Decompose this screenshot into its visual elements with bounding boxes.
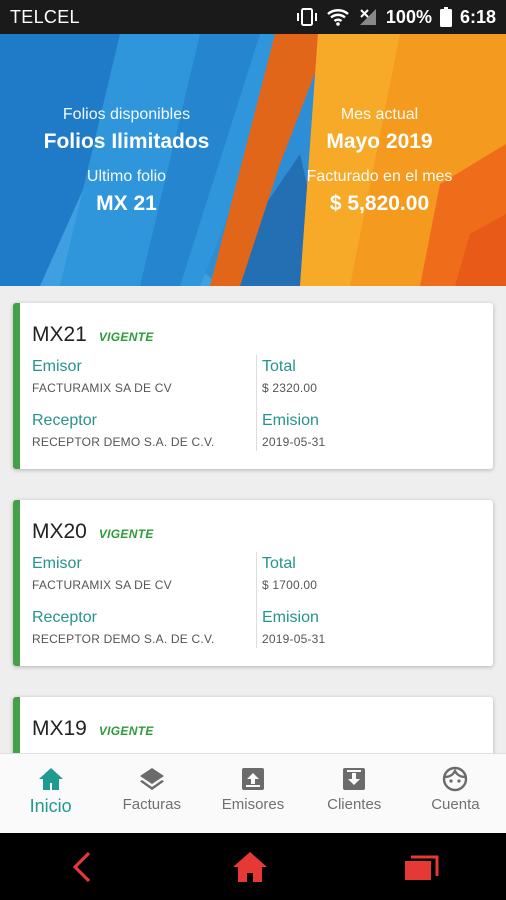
last-folio-label: Ultimo folio	[86, 168, 167, 185]
receptor-value: RECEPTOR DEMO S.A. DE C.V.	[32, 632, 215, 646]
recents-icon[interactable]	[403, 852, 439, 882]
invoice-folio: MX19	[32, 717, 87, 740]
emisor-label: Emisor	[32, 555, 82, 572]
status-badge: VIGENTE	[98, 724, 154, 738]
system-navigation-bar	[0, 833, 506, 900]
receptor-value: RECEPTOR DEMO S.A. DE C.V.	[32, 435, 215, 449]
upload-box-icon	[239, 766, 267, 792]
emision-label: Emision	[262, 609, 319, 626]
emision-field: Emision 2019-05-31	[262, 609, 325, 646]
folios-available-label: Folios disponibles	[62, 106, 191, 123]
emisor-value: FACTURAMIX SA DE CV	[32, 381, 172, 395]
invoice-card[interactable]: MX20 VIGENTE Emisor FACTURAMIX SA DE CV …	[13, 500, 493, 666]
invoice-folio: MX21	[32, 323, 87, 346]
battery-icon	[439, 7, 452, 27]
face-icon	[441, 766, 469, 792]
total-value: $ 1700.00	[262, 578, 318, 592]
status-bar: TELCEL 100% 6:18	[0, 0, 506, 34]
total-label: Total	[262, 555, 296, 572]
emisor-label: Emisor	[32, 358, 82, 375]
current-month-label: Mes actual	[340, 106, 419, 123]
total-field: Total $ 1700.00	[262, 555, 317, 592]
folios-available-value: Folios Ilimitados	[43, 130, 210, 153]
invoice-card[interactable]: MX21 VIGENTE Emisor FACTURAMIX SA DE CV …	[13, 303, 493, 469]
carrier-name: TELCEL	[10, 6, 80, 27]
nav-item-inicio[interactable]: Inicio	[0, 754, 101, 833]
nav-item-facturas[interactable]: Facturas	[101, 754, 202, 833]
no-signal-icon	[358, 7, 378, 27]
total-label: Total	[262, 358, 296, 375]
invoice-folio: MX20	[32, 520, 87, 543]
invoice-card[interactable]: MX19 VIGENTE	[13, 697, 493, 753]
current-month-value: Mayo 2019	[326, 130, 433, 153]
nav-label: Emisores	[221, 796, 285, 813]
status-badge: VIGENTE	[98, 330, 154, 344]
billed-month-value: $ 5,820.00	[329, 192, 430, 215]
clock: 6:18	[459, 6, 496, 27]
home-button-icon[interactable]	[231, 850, 269, 884]
emisor-field: Emisor FACTURAMIX SA DE CV	[32, 358, 172, 395]
layers-icon	[138, 766, 166, 792]
download-box-icon	[340, 766, 368, 792]
emision-value: 2019-05-31	[262, 632, 326, 646]
status-badge: VIGENTE	[98, 527, 154, 541]
summary-header: Folios disponibles Folios Ilimitados Ult…	[0, 34, 506, 286]
total-field: Total $ 2320.00	[262, 358, 317, 395]
last-folio-value: MX 21	[96, 192, 157, 215]
nav-item-emisores[interactable]: Emisores	[202, 754, 303, 833]
nav-item-clientes[interactable]: Clientes	[304, 754, 405, 833]
folios-summary: Folios disponibles Folios Ilimitados Ult…	[0, 106, 253, 216]
home-icon	[37, 766, 65, 792]
emisor-field: Emisor FACTURAMIX SA DE CV	[32, 555, 172, 592]
nav-label: Cuenta	[431, 796, 480, 813]
wifi-icon	[326, 7, 350, 27]
receptor-label: Receptor	[32, 412, 97, 429]
nav-item-cuenta[interactable]: Cuenta	[405, 754, 506, 833]
card-divider	[256, 552, 257, 648]
emision-label: Emision	[262, 412, 319, 429]
nav-label: Facturas	[122, 796, 181, 813]
billed-month-label: Facturado en el mes	[306, 168, 453, 185]
emision-field: Emision 2019-05-31	[262, 412, 325, 449]
emisor-value: FACTURAMIX SA DE CV	[32, 578, 172, 592]
nav-label: Clientes	[327, 796, 382, 813]
receptor-label: Receptor	[32, 609, 97, 626]
card-divider	[256, 355, 257, 451]
nav-label: Inicio	[29, 796, 72, 816]
back-icon[interactable]	[67, 850, 97, 884]
month-summary: Mes actual Mayo 2019 Facturado en el mes…	[253, 106, 506, 216]
emision-value: 2019-05-31	[262, 435, 326, 449]
battery-level: 100%	[385, 6, 432, 27]
bottom-navigation: Inicio Facturas Emisores Clientes Cuenta	[0, 753, 506, 833]
receptor-field: Receptor RECEPTOR DEMO S.A. DE C.V.	[32, 412, 215, 449]
invoice-list[interactable]: MX21 VIGENTE Emisor FACTURAMIX SA DE CV …	[0, 286, 506, 753]
vibrate-icon	[296, 7, 318, 27]
receptor-field: Receptor RECEPTOR DEMO S.A. DE C.V.	[32, 609, 215, 646]
total-value: $ 2320.00	[262, 381, 318, 395]
